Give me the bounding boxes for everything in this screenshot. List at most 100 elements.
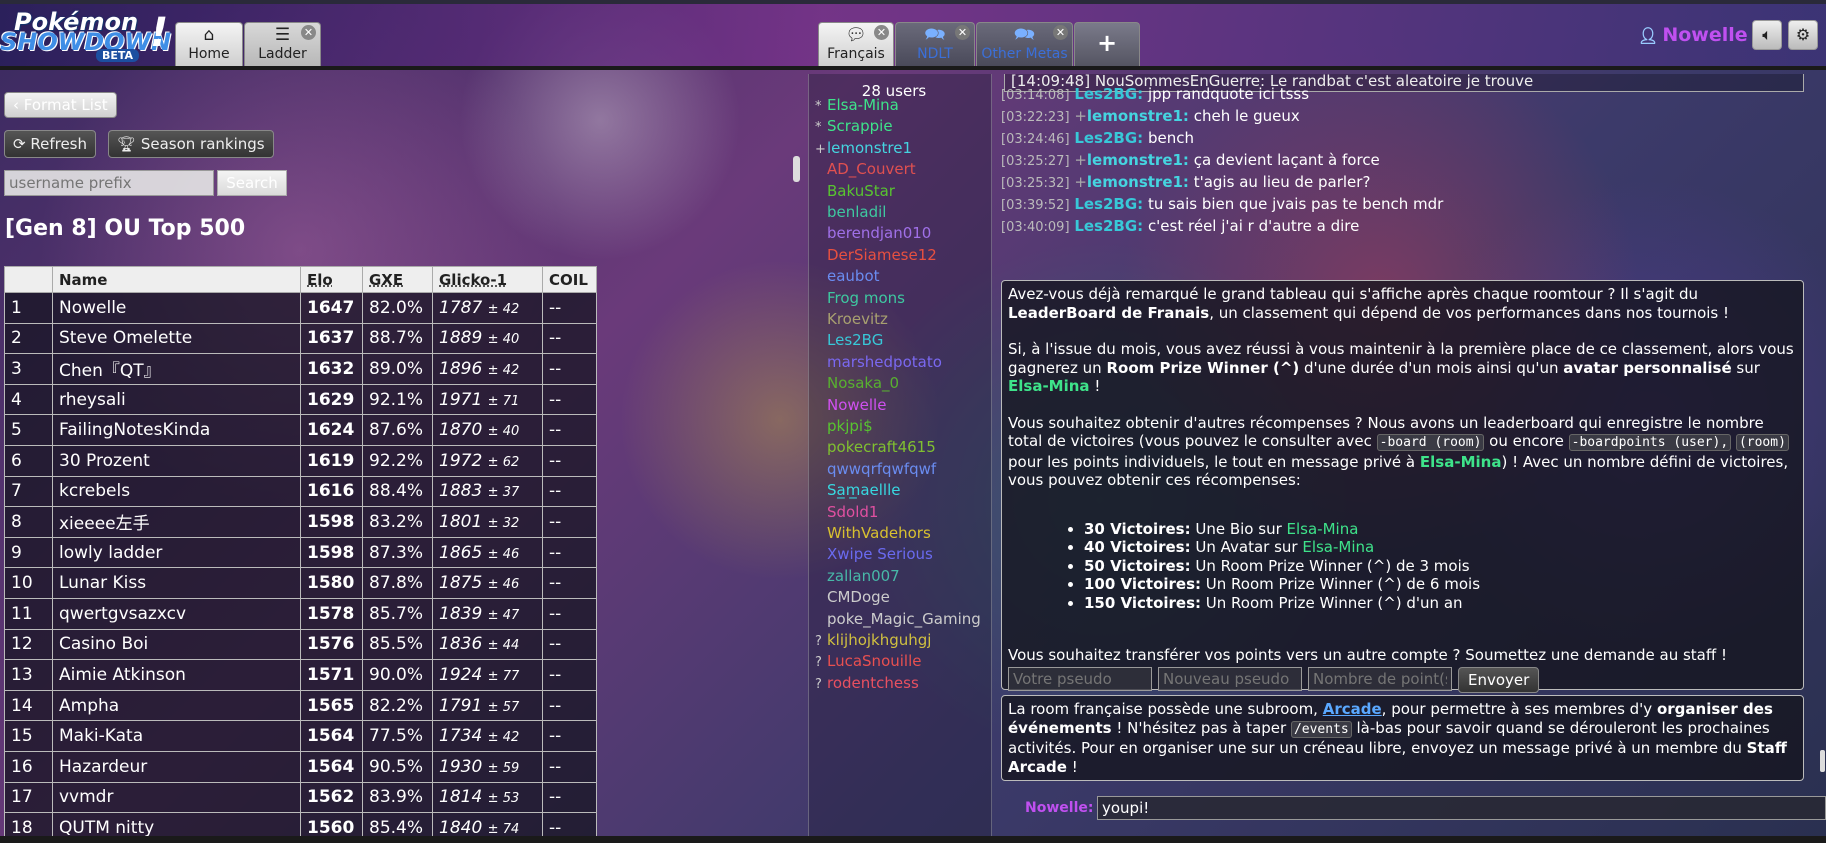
message-author[interactable]: Les2BG: [1074, 85, 1143, 103]
username-link[interactable]: Elsa-Mina [1008, 377, 1090, 395]
points-input[interactable] [1308, 666, 1452, 691]
user-rank-symbol: * [815, 99, 822, 114]
new-pseudo-input[interactable] [1158, 666, 1302, 691]
rank-cell: 14 [4, 689, 53, 722]
coil-cell: -- [542, 322, 597, 355]
pseudo-input[interactable] [1008, 666, 1152, 691]
user-list-item[interactable]: benladil [815, 203, 886, 221]
message-author[interactable]: Les2BG: [1074, 217, 1143, 235]
user-list-item[interactable]: WithVadehors [815, 524, 931, 542]
username-link[interactable]: Elsa-Mina [1287, 520, 1359, 538]
tab-ladder[interactable]: ☰ Ladder ✕ [244, 22, 321, 66]
message-author[interactable]: lemonstre1: [1087, 151, 1189, 169]
username-prefix-input[interactable] [4, 170, 214, 196]
player-name-link[interactable]: 30 Prozent [52, 444, 301, 477]
user-list-item[interactable]: Les2BG [815, 331, 883, 349]
user-list-item[interactable]: eaubot [815, 267, 880, 285]
send-button[interactable]: Envoyer [1458, 666, 1540, 693]
refresh-button[interactable]: ⟳ Refresh [4, 130, 96, 158]
tab-room-other-metas[interactable]: 🗪︎ Other Metas ✕ [976, 22, 1073, 66]
message-author[interactable]: lemonstre1: [1087, 107, 1189, 125]
player-name-link[interactable]: Ampha [52, 689, 301, 722]
player-name-link[interactable]: rheysali [52, 383, 301, 416]
user-list-name: marshedpotato [827, 352, 942, 371]
col-elo: Elo [300, 266, 363, 293]
tab-room-francais[interactable]: 💬︎ Français ✕ [818, 22, 894, 66]
pokemon-showdown-logo[interactable]: Pokémon SHOWDOWN ! BETA [0, 8, 172, 62]
user-list-item[interactable]: Nowelle [815, 396, 886, 414]
arcade-link[interactable]: Arcade [1323, 700, 1382, 718]
tab-room-ndlt[interactable]: 🗪︎ NDLT ✕ [895, 22, 975, 66]
player-name-link[interactable]: qwertgvsazxcv [52, 597, 301, 630]
user-list-item[interactable]: zallan007 [815, 567, 900, 585]
user-list-item[interactable]: ? klijhojkhguhgj [815, 631, 931, 649]
user-list-item[interactable]: Sa̲m̲aellle [815, 481, 900, 499]
format-list-button[interactable]: ‹ Format List [4, 92, 117, 118]
user-list-item[interactable]: Nosaka_0 [815, 374, 899, 392]
user-list-item[interactable]: berendjan010 [815, 224, 931, 242]
user-list-item[interactable]: marshedpotato [815, 353, 942, 371]
glicko-deviation: ± 57 [487, 699, 520, 715]
user-list-item[interactable]: qwwqrfqwfqwf [815, 460, 936, 478]
ladder-row: 13 Aimie Atkinson 1571 90.0% 1924 ± 77 -- [4, 659, 597, 691]
settings-button[interactable]: ⚙ [1788, 20, 1818, 50]
player-name-link[interactable]: lowly ladder [52, 536, 301, 569]
add-room-button[interactable]: + [1074, 22, 1140, 66]
user-list-item[interactable]: pokecraft4615 [815, 438, 936, 456]
user-list-item[interactable]: * Scrappie [815, 117, 893, 135]
tab-home[interactable]: ⌂ Home [175, 22, 243, 66]
user-list-item[interactable]: pkjpi$ [815, 417, 873, 435]
message-author[interactable]: lemonstre1: [1087, 173, 1189, 191]
logo-line2: SHOWDOWN [0, 28, 172, 56]
user-list-item[interactable]: ? LucaSnouille [815, 652, 921, 670]
player-name-link[interactable]: Steve Omelette [52, 322, 301, 355]
player-name-link[interactable]: Lunar Kiss [52, 567, 301, 599]
current-user[interactable]: 👤︎ Nowelle [1638, 24, 1748, 46]
glicko-cell: 1787 ± 42 [432, 292, 543, 324]
player-name-link[interactable]: xieeee左手 [52, 506, 301, 538]
username-link[interactable]: Elsa-Mina [1420, 453, 1502, 471]
ladder-row: 7 kcrebels 1616 88.4% 1883 ± 37 -- [4, 475, 597, 508]
user-list-item[interactable]: ? rodentchess [815, 674, 919, 692]
close-icon[interactable]: ✕ [874, 25, 889, 40]
user-list-item[interactable]: * Elsa-Mina [815, 96, 899, 114]
player-name-link[interactable]: FailingNotesKinda [52, 414, 301, 446]
chat-message: [03:14:08] Les2BG: jpp randquote ici tss… [1001, 85, 1309, 103]
player-name-link[interactable]: Hazardeur [52, 750, 301, 783]
chat-scrollbar[interactable] [1820, 750, 1825, 772]
user-list-name: zallan007 [827, 566, 900, 585]
player-name-link[interactable]: Casino Boi [52, 628, 301, 661]
chat-input[interactable]: youpi! [1097, 796, 1826, 820]
user-list-item[interactable]: AD_Couvert [815, 160, 916, 178]
user-list-item[interactable]: DerSiamese12 [815, 246, 937, 264]
user-list-item[interactable]: Xwipe Serious [815, 545, 933, 563]
user-list-name: AD_Couvert [827, 160, 916, 179]
user-list-item[interactable]: BakuStar [815, 182, 895, 200]
username-link[interactable]: Elsa-Mina [1302, 538, 1374, 556]
search-button[interactable]: Search [217, 170, 287, 196]
player-name-link[interactable]: Maki-Kata [52, 720, 301, 752]
player-name-link[interactable]: Nowelle [52, 292, 301, 324]
ladder-scrollbar[interactable] [793, 156, 800, 182]
tab-ladder-label: Ladder [258, 46, 307, 62]
user-list-item[interactable]: CMDoge [815, 588, 890, 606]
message-author[interactable]: Les2BG: [1074, 195, 1143, 213]
player-name-link[interactable]: Aimie Atkinson [52, 659, 301, 691]
coil-cell: -- [542, 383, 597, 416]
close-icon[interactable]: ✕ [301, 25, 316, 40]
user-list-item[interactable]: Sdold1 [815, 503, 878, 521]
user-list-item[interactable]: Kroevitz [815, 310, 888, 328]
message-text: t'agis au lieu de parler? [1193, 173, 1371, 191]
message-author[interactable]: Les2BG: [1074, 129, 1143, 147]
gxe-cell: 83.2% [362, 506, 433, 538]
user-list-item[interactable]: poke_Magic_Gaming [815, 610, 981, 628]
sound-button[interactable]: 🔈︎ [1752, 20, 1782, 50]
close-icon[interactable]: ✕ [1053, 25, 1068, 40]
user-list-item[interactable]: +lemonstre1 [815, 139, 912, 157]
close-icon[interactable]: ✕ [955, 25, 970, 40]
season-rankings-button[interactable]: 🏆︎ Season rankings [108, 130, 274, 158]
player-name-link[interactable]: kcrebels [52, 475, 301, 508]
player-name-link[interactable]: Chen『QT』 [52, 353, 301, 385]
user-list-item[interactable]: Frog mons [815, 289, 905, 307]
player-name-link[interactable]: vvmdr [52, 781, 301, 814]
